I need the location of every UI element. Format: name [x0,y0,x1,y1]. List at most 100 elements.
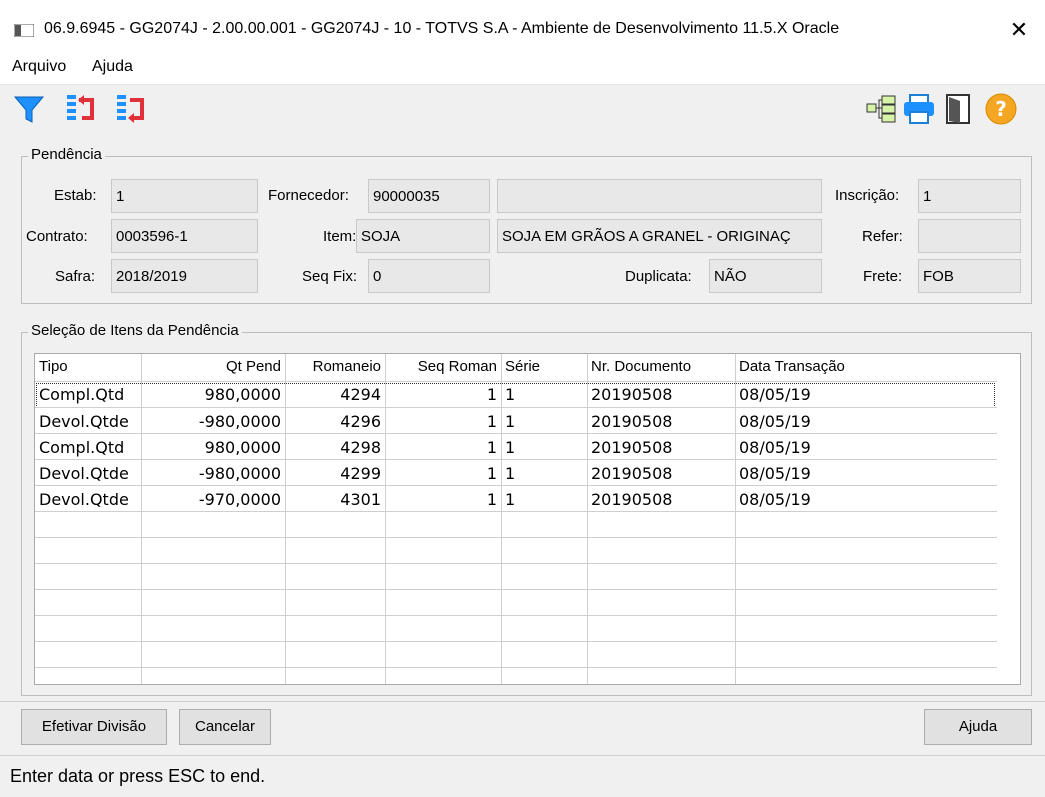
safra-field[interactable]: 2018/2019 [111,259,258,293]
seqfix-label: Seq Fix: [302,268,358,285]
swap-left-icon[interactable] [64,92,98,126]
grid-row-line [35,433,997,434]
button-separator [0,701,1045,702]
cell-tipo[interactable]: Compl.Qtd [35,435,141,461]
cell-tipo[interactable]: Devol.Qtde [35,487,141,513]
frete-label: Frete: [863,268,903,285]
fornecedor-nome-field[interactable] [497,179,822,213]
grid-row-line [35,459,997,460]
col-header-qt-pend[interactable]: Qt Pend [141,354,285,380]
grid-row-line [35,381,997,382]
grid-column-line [587,354,588,684]
exit-door-icon[interactable] [942,92,976,126]
grid-row-line [35,667,997,668]
cell-serie[interactable]: 1 [501,435,587,461]
hierarchy-icon[interactable] [864,92,898,126]
svg-text:?: ? [995,97,1007,121]
cell-nr-documento[interactable]: 20190508 [587,487,735,513]
col-header-tipo[interactable]: Tipo [35,354,141,380]
filter-icon[interactable] [12,92,46,126]
selecao-legend: Seleção de Itens da Pendência [28,322,242,339]
cell-nr-documento[interactable]: 20190508 [587,435,735,461]
grid-row-line [35,537,997,538]
estab-field[interactable]: 1 [111,179,258,213]
cell-seq-roman[interactable]: 1 [385,461,501,487]
cell-serie[interactable]: 1 [501,409,587,435]
cell-data-transacao[interactable]: 08/05/19 [735,409,935,435]
cell-tipo[interactable]: Devol.Qtde [35,461,141,487]
inscricao-label: Inscrição: [835,187,900,204]
grid-row-line [35,563,997,564]
cell-romaneio[interactable]: 4299 [285,461,385,487]
cell-seq-roman[interactable]: 1 [385,382,501,408]
item-desc-field[interactable]: SOJA EM GRÃOS A GRANEL - ORIGINAÇ [497,219,822,253]
swap-right-icon[interactable] [114,92,148,126]
contrato-field[interactable]: 0003596-1 [111,219,258,253]
grid-column-line [501,354,502,684]
estab-label: Estab: [54,187,97,204]
cell-serie[interactable]: 1 [501,461,587,487]
frete-field[interactable]: FOB [918,259,1021,293]
help-icon[interactable]: ? [984,92,1018,126]
cell-data-transacao[interactable]: 08/05/19 [735,487,935,513]
fornecedor-label: Fornecedor: [268,187,349,204]
cell-romaneio[interactable]: 4296 [285,409,385,435]
item-label: Item: [323,228,357,245]
efetivar-divisao-button[interactable]: Efetivar Divisão [21,709,167,745]
close-button[interactable]: ✕ [1002,16,1036,46]
seqfix-field[interactable]: 0 [368,259,490,293]
grid-row-line [35,615,997,616]
cell-serie[interactable]: 1 [501,382,587,408]
col-header-seq-roman[interactable]: Seq Roman [385,354,501,380]
refer-field[interactable] [918,219,1021,253]
cell-serie[interactable]: 1 [501,487,587,513]
inscricao-field[interactable]: 1 [918,179,1021,213]
cell-seq-roman[interactable]: 1 [385,409,501,435]
grid-column-line [735,354,736,684]
cancelar-button[interactable]: Cancelar [179,709,271,745]
cell-seq-roman[interactable]: 1 [385,435,501,461]
cell-data-transacao[interactable]: 08/05/19 [735,461,935,487]
menu-arquivo[interactable]: Arquivo [12,58,66,76]
cell-tipo[interactable]: Compl.Qtd [35,382,141,408]
col-header-serie[interactable]: Série [501,354,587,380]
cell-data-transacao[interactable]: 08/05/19 [735,382,935,408]
pendencia-legend: Pendência [28,146,105,163]
menu-ajuda[interactable]: Ajuda [92,58,133,76]
fornecedor-field[interactable]: 90000035 [368,179,490,213]
safra-label: Safra: [55,268,96,285]
grid-column-line [285,354,286,684]
cell-romaneio[interactable]: 4298 [285,435,385,461]
cell-qt-pend[interactable]: -980,0000 [141,461,285,487]
cell-romaneio[interactable]: 4301 [285,487,385,513]
app-icon [14,24,34,37]
cell-nr-documento[interactable]: 20190508 [587,409,735,435]
contrato-label: Contrato: [26,228,88,245]
grid-row-line [35,407,997,408]
status-text: Enter data or press ESC to end. [10,766,266,786]
ajuda-button[interactable]: Ajuda [924,709,1032,745]
col-header-nr-documento[interactable]: Nr. Documento [587,354,735,380]
cell-seq-roman[interactable]: 1 [385,487,501,513]
cell-romaneio[interactable]: 4294 [285,382,385,408]
cell-tipo[interactable]: Devol.Qtde [35,409,141,435]
cell-qt-pend[interactable]: -980,0000 [141,409,285,435]
cell-qt-pend[interactable]: -970,0000 [141,487,285,513]
grid-column-line [141,354,142,684]
items-grid[interactable]: Tipo Qt Pend Romaneio Seq Roman Série Nr… [34,353,1021,685]
col-header-data-transacao[interactable]: Data Transação [735,354,995,380]
item-field[interactable]: SOJA [356,219,490,253]
grid-row-line [35,641,997,642]
cell-qt-pend[interactable]: 980,0000 [141,382,285,408]
duplicata-field[interactable]: NÃO [709,259,822,293]
grid-column-line [385,354,386,684]
cell-data-transacao[interactable]: 08/05/19 [735,435,935,461]
cell-nr-documento[interactable]: 20190508 [587,382,735,408]
grid-row-line [35,511,997,512]
cell-qt-pend[interactable]: 980,0000 [141,435,285,461]
menu-bar [0,52,1045,85]
printer-icon[interactable] [902,92,936,126]
refer-label: Refer: [862,228,903,245]
col-header-romaneio[interactable]: Romaneio [285,354,385,380]
cell-nr-documento[interactable]: 20190508 [587,461,735,487]
